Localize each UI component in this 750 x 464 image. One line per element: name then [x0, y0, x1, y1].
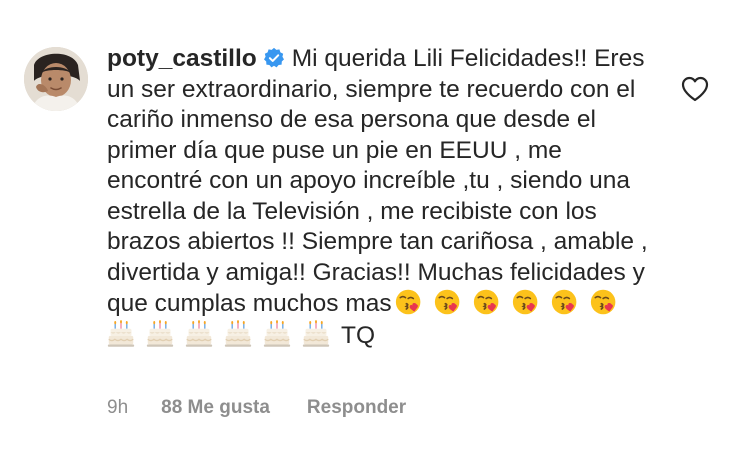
kissing-face-emoji — [551, 288, 579, 316]
avatar[interactable] — [24, 47, 88, 111]
birthday-cake-emoji — [263, 320, 291, 348]
birthday-cake-emoji — [107, 320, 135, 348]
comment-timestamp: 9h — [107, 397, 129, 418]
like-button[interactable] — [681, 76, 709, 102]
likes-count-link[interactable]: 88 Me gusta — [161, 397, 270, 419]
reply-button[interactable]: Responder — [307, 397, 406, 419]
comment-suffix: TQ — [341, 321, 376, 349]
comment-text: Mi querida Lili Felicidades!! Eres un se… — [107, 45, 648, 317]
kissing-face-emoji — [590, 288, 618, 316]
comment-body: poty_castillo Mi querida Lili Felicidades… — [107, 44, 652, 351]
kissing-face-emoji — [473, 288, 501, 316]
kissing-face-emoji — [395, 288, 423, 316]
profile-photo — [24, 47, 88, 111]
birthday-cake-emoji — [224, 320, 252, 348]
comment: poty_castillo Mi querida Lili Felicidades… — [0, 0, 750, 464]
birthday-cake-emoji — [146, 320, 174, 348]
kissing-face-emoji — [434, 288, 462, 316]
heart-outline-icon — [681, 76, 709, 102]
verified-badge-icon — [263, 47, 285, 69]
birthday-cake-emoji — [185, 320, 213, 348]
birthday-cake-emoji — [302, 320, 330, 348]
comment-meta: 9h 88 Me gusta Responder — [107, 397, 406, 419]
kissing-face-emoji — [512, 288, 540, 316]
username-link[interactable]: poty_castillo — [107, 45, 257, 72]
